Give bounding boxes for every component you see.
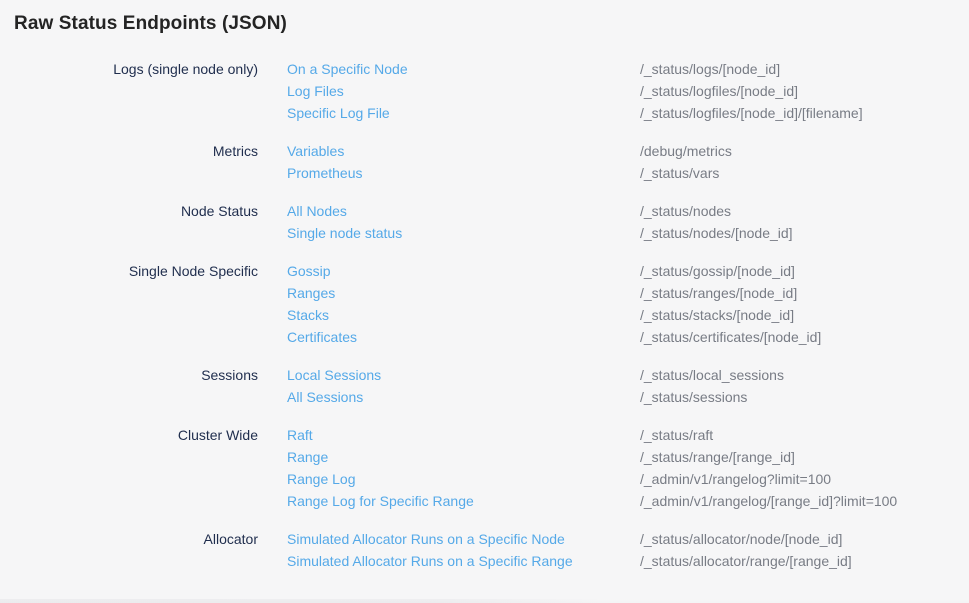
endpoint-url: /_admin/v1/rangelog/[range_id]?limit=100	[640, 490, 897, 512]
endpoint-category-label: Cluster Wide	[0, 424, 258, 446]
endpoint-url: /_status/vars	[640, 162, 719, 184]
endpoint-group: Metrics Variables/debug/metricsPrometheus…	[0, 140, 969, 184]
endpoint-url: /_status/logfiles/[node_id]/[filename]	[640, 102, 863, 124]
endpoint-row: All Nodes/_status/nodes	[287, 200, 793, 222]
endpoint-link[interactable]: Local Sessions	[287, 364, 640, 386]
endpoint-link[interactable]: Certificates	[287, 326, 640, 348]
endpoint-link[interactable]: All Sessions	[287, 386, 640, 408]
endpoint-entries: Gossip/_status/gossip/[node_id]Ranges/_s…	[287, 260, 821, 348]
endpoint-group: Logs (single node only) On a Specific Nod…	[0, 58, 969, 124]
endpoint-row: On a Specific Node/_status/logs/[node_id…	[287, 58, 863, 80]
endpoint-link[interactable]: Ranges	[287, 282, 640, 304]
endpoint-entries: All Nodes/_status/nodesSingle node statu…	[287, 200, 793, 244]
endpoint-link[interactable]: Gossip	[287, 260, 640, 282]
endpoint-url: /_status/logs/[node_id]	[640, 58, 780, 80]
endpoint-row: Simulated Allocator Runs on a Specific N…	[287, 528, 852, 550]
endpoint-url: /_status/gossip/[node_id]	[640, 260, 795, 282]
endpoint-url: /_admin/v1/rangelog?limit=100	[640, 468, 831, 490]
endpoint-link[interactable]: Simulated Allocator Runs on a Specific N…	[287, 528, 640, 550]
endpoint-row: Range/_status/range/[range_id]	[287, 446, 897, 468]
endpoints-table: Logs (single node only) On a Specific Nod…	[0, 58, 969, 572]
endpoint-group: Sessions Local Sessions/_status/local_ses…	[0, 364, 969, 408]
endpoint-link[interactable]: Range Log	[287, 468, 640, 490]
endpoint-link[interactable]: Range	[287, 446, 640, 468]
endpoint-link[interactable]: Prometheus	[287, 162, 640, 184]
endpoint-group: Cluster Wide Raft/_status/raftRange/_stat…	[0, 424, 969, 512]
endpoint-category-label: Logs (single node only)	[0, 58, 258, 80]
endpoint-row: Range Log for Specific Range/_admin/v1/r…	[287, 490, 897, 512]
endpoint-row: Stacks/_status/stacks/[node_id]	[287, 304, 821, 326]
endpoint-link[interactable]: Single node status	[287, 222, 640, 244]
endpoint-group: Allocator Simulated Allocator Runs on a S…	[0, 528, 969, 572]
endpoint-category-label: Allocator	[0, 528, 258, 550]
endpoint-link[interactable]: Simulated Allocator Runs on a Specific R…	[287, 550, 640, 572]
endpoint-row: Specific Log File/_status/logfiles/[node…	[287, 102, 863, 124]
endpoint-row: Variables/debug/metrics	[287, 140, 732, 162]
endpoint-row: All Sessions/_status/sessions	[287, 386, 784, 408]
endpoint-row: Ranges/_status/ranges/[node_id]	[287, 282, 821, 304]
endpoint-url: /_status/ranges/[node_id]	[640, 282, 797, 304]
endpoint-category-label: Sessions	[0, 364, 258, 386]
endpoint-entries: On a Specific Node/_status/logs/[node_id…	[287, 58, 863, 124]
endpoint-row: Log Files/_status/logfiles/[node_id]	[287, 80, 863, 102]
endpoint-link[interactable]: Log Files	[287, 80, 640, 102]
endpoint-row: Certificates/_status/certificates/[node_…	[287, 326, 821, 348]
endpoint-url: /_status/certificates/[node_id]	[640, 326, 821, 348]
endpoint-row: Range Log/_admin/v1/rangelog?limit=100	[287, 468, 897, 490]
endpoint-link[interactable]: Range Log for Specific Range	[287, 490, 640, 512]
endpoint-group: Single Node Specific Gossip/_status/gossi…	[0, 260, 969, 348]
endpoint-link[interactable]: Raft	[287, 424, 640, 446]
endpoint-url: /_status/local_sessions	[640, 364, 784, 386]
endpoint-category-label: Node Status	[0, 200, 258, 222]
endpoint-category-label: Single Node Specific	[0, 260, 258, 282]
page-title: Raw Status Endpoints (JSON)	[14, 12, 969, 36]
endpoint-category-label: Metrics	[0, 140, 258, 162]
endpoint-row: Local Sessions/_status/local_sessions	[287, 364, 784, 386]
endpoint-url: /_status/sessions	[640, 386, 747, 408]
endpoint-link[interactable]: Variables	[287, 140, 640, 162]
endpoint-url: /_status/raft	[640, 424, 713, 446]
endpoint-link[interactable]: Stacks	[287, 304, 640, 326]
endpoint-group: Node Status All Nodes/_status/nodesSingle…	[0, 200, 969, 244]
endpoint-entries: Raft/_status/raftRange/_status/range/[ra…	[287, 424, 897, 512]
endpoint-link[interactable]: All Nodes	[287, 200, 640, 222]
endpoint-row: Prometheus/_status/vars	[287, 162, 732, 184]
endpoint-url: /debug/metrics	[640, 140, 732, 162]
endpoint-row: Raft/_status/raft	[287, 424, 897, 446]
endpoint-url: /_status/allocator/node/[node_id]	[640, 528, 842, 550]
endpoint-link[interactable]: Specific Log File	[287, 102, 640, 124]
endpoint-url: /_status/nodes	[640, 200, 731, 222]
endpoint-url: /_status/range/[range_id]	[640, 446, 795, 468]
endpoint-entries: Variables/debug/metricsPrometheus/_statu…	[287, 140, 732, 184]
endpoint-entries: Simulated Allocator Runs on a Specific N…	[287, 528, 852, 572]
endpoint-url: /_status/allocator/range/[range_id]	[640, 550, 852, 572]
endpoint-url: /_status/logfiles/[node_id]	[640, 80, 798, 102]
endpoint-entries: Local Sessions/_status/local_sessionsAll…	[287, 364, 784, 408]
endpoint-row: Single node status/_status/nodes/[node_i…	[287, 222, 793, 244]
endpoint-url: /_status/stacks/[node_id]	[640, 304, 794, 326]
endpoint-row: Gossip/_status/gossip/[node_id]	[287, 260, 821, 282]
endpoint-row: Simulated Allocator Runs on a Specific R…	[287, 550, 852, 572]
bottom-shadow	[0, 599, 969, 603]
endpoint-url: /_status/nodes/[node_id]	[640, 222, 793, 244]
endpoint-link[interactable]: On a Specific Node	[287, 58, 640, 80]
